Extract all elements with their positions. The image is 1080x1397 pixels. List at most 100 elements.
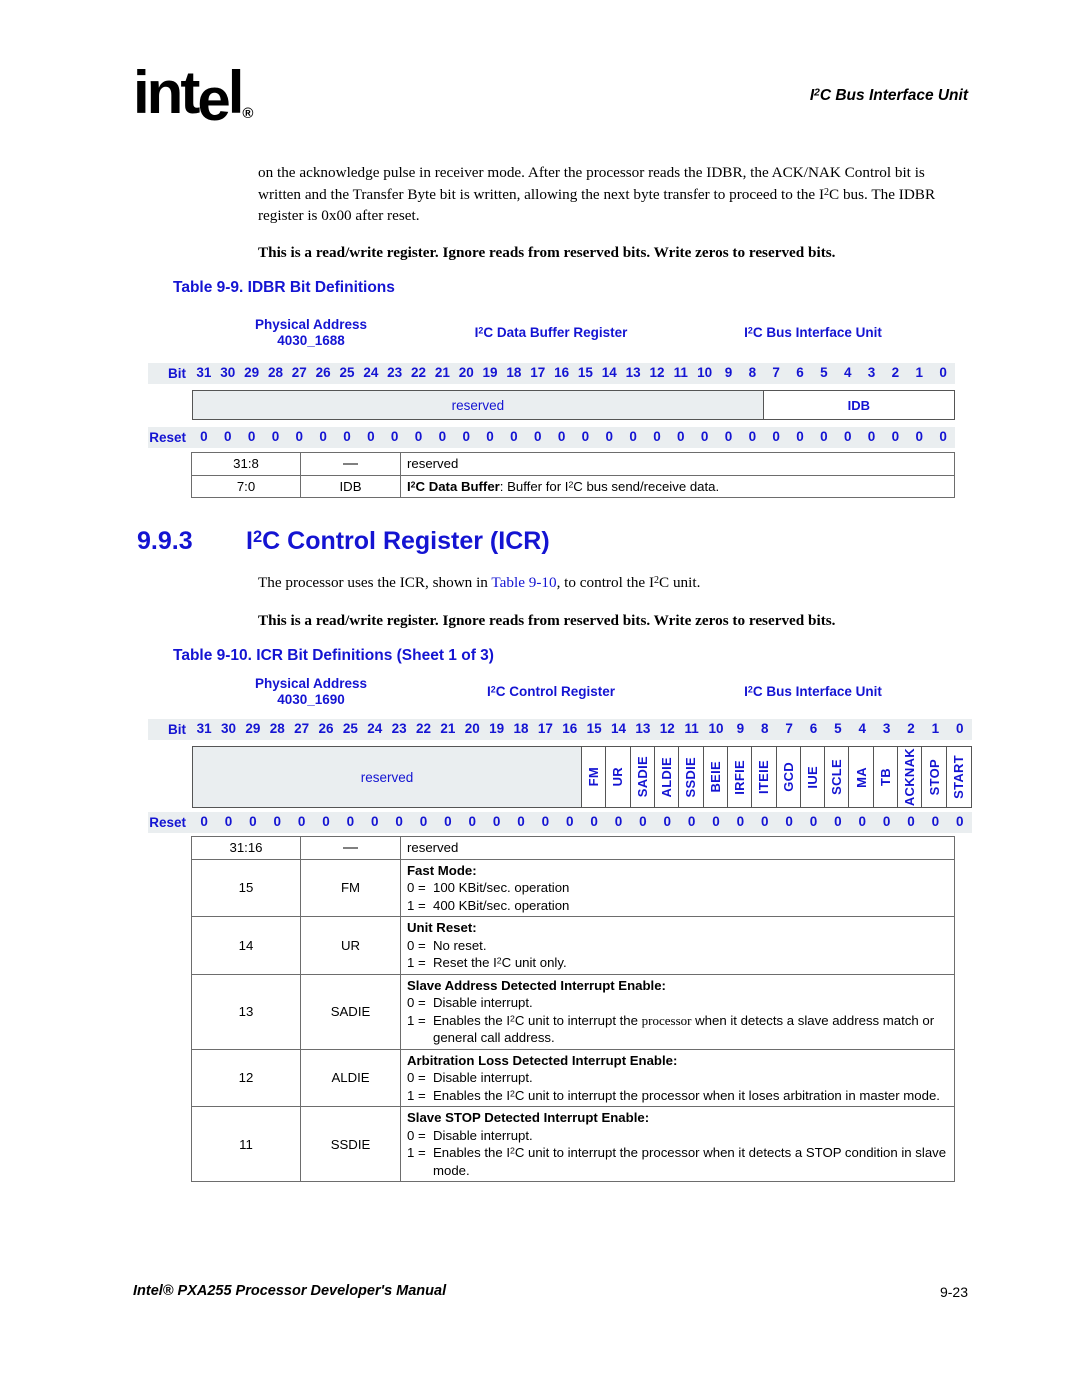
reset-value: 0 — [809, 814, 818, 829]
reset-value: 0 — [931, 814, 940, 829]
bit-number: 13 — [625, 365, 641, 380]
read-write-note-1: This is a read/write register. Ignore re… — [258, 244, 836, 261]
bit-row-label: Bit — [168, 366, 186, 381]
bit-number: 15 — [577, 365, 593, 380]
bit-number: 12 — [659, 721, 675, 736]
reset-value: 0 — [517, 814, 525, 829]
bit-number: 2 — [891, 365, 900, 380]
reset-value: 0 — [653, 429, 661, 444]
reset-value: 0 — [224, 429, 232, 444]
reset-value: 0 — [200, 429, 208, 444]
reset-value: 0 — [224, 814, 233, 829]
bit-number: 30 — [221, 721, 237, 736]
reset-value: 0 — [748, 429, 757, 444]
reset-value: 0 — [419, 814, 428, 829]
mnemonic-cell: SSDIE — [300, 1106, 401, 1182]
register-field-fm: FM — [582, 747, 607, 807]
bits-cell: 12 — [191, 1048, 301, 1107]
reset-value: 0 — [343, 429, 351, 444]
option-line: 0 = Disable interrupt. — [407, 1127, 949, 1145]
reset-row-label: Reset — [149, 430, 186, 445]
table-9-9-bit-numbers-row: Bit 31 30 29 28 27 26 25 24 23 22 21 20 … — [148, 363, 955, 384]
bit-number: 6 — [796, 365, 804, 380]
bit-number: 9 — [736, 721, 745, 736]
description-cell: Slave STOP Detected Interrupt Enable: 0 … — [400, 1106, 955, 1182]
reset-value: 0 — [346, 814, 355, 829]
bit-number: 17 — [530, 365, 546, 380]
reset-value: 0 — [247, 429, 256, 444]
option-value: 100 KBit/sec. operation — [433, 880, 570, 895]
reset-value: 0 — [581, 429, 590, 444]
reset-value: 0 — [444, 814, 452, 829]
bit-number: 17 — [537, 721, 553, 736]
paragraph-post: , to control the I2C unit. — [556, 574, 701, 591]
mnemonic-cell: SADIE — [300, 973, 401, 1050]
register-field-stop: STOP — [922, 747, 947, 807]
bit-number: 10 — [708, 721, 724, 736]
bit-number: 8 — [748, 365, 757, 380]
reset-value: 0 — [590, 814, 598, 829]
bit-number: 6 — [809, 721, 818, 736]
reset-value: 0 — [438, 429, 447, 444]
section-title: I2C Control Register (ICR) — [246, 527, 550, 555]
bit-number: 25 — [339, 365, 355, 380]
table-cross-reference[interactable]: Table 9-10 — [491, 574, 556, 591]
reset-value: 0 — [724, 429, 733, 444]
reset-value: 0 — [614, 814, 623, 829]
reset-value: 0 — [858, 814, 867, 829]
bit-number: 10 — [697, 365, 713, 380]
bit-number: 22 — [411, 365, 427, 380]
description-cell: Unit Reset: 0 = No reset. 1 = Reset the … — [400, 916, 955, 975]
reset-value: 0 — [249, 814, 257, 829]
bit-number: 28 — [267, 365, 283, 380]
bit-number: 24 — [363, 365, 379, 380]
intro-paragraph: on the acknowledge pulse in receiver mod… — [258, 164, 936, 224]
bits-cell: 15 — [191, 858, 301, 917]
bit-number: 29 — [245, 721, 261, 736]
reset-value: 0 — [663, 814, 672, 829]
table-9-10-bit-numbers-row: Bit 31 30 29 28 27 26 25 24 23 22 21 20 … — [148, 719, 972, 740]
table-9-9-descriptions: 31:8 — reserved 7:0 IDB I2C Data Buffer:… — [191, 452, 955, 498]
register-field-sadie: SADIE — [630, 747, 655, 807]
bit-number: 24 — [367, 721, 383, 736]
description-cell: Slave Address Detected Interrupt Enable:… — [400, 973, 955, 1050]
option-key: 0 = — [407, 937, 426, 953]
bits-cell: 31:8 — [191, 452, 301, 476]
table-9-10-physical-address: Physical Address 4030_1690 — [254, 676, 368, 707]
intel-logo-text: intel — [133, 59, 244, 133]
mnemonic-cell: UR — [300, 916, 401, 975]
reset-value: 0 — [712, 814, 720, 829]
register-field-reserved: reserved — [193, 747, 582, 807]
register-field-iteie: ITEIE — [752, 747, 777, 807]
table-row: 14 UR Unit Reset: 0 = No reset. 1 = Rese… — [191, 916, 955, 975]
reset-value: 0 — [462, 429, 470, 444]
table-9-9-register-name: I2C Data Buffer Register — [474, 325, 628, 340]
option-key: 1 = — [407, 955, 426, 970]
bit-number: 11 — [673, 365, 688, 380]
reset-value: 0 — [956, 814, 964, 829]
bit-number: 7 — [785, 721, 793, 736]
reset-value: 0 — [882, 814, 891, 829]
register-field-aldie: ALDIE — [654, 747, 680, 807]
register-field-ssdie: SSDIE — [679, 747, 704, 807]
reset-value: 0 — [785, 814, 793, 829]
bit-number: 2 — [907, 721, 915, 736]
description-title: Fast Mode: — [407, 862, 477, 878]
reset-value: 0 — [629, 429, 637, 444]
bits-cell: 13 — [191, 973, 301, 1050]
bit-number: 18 — [506, 365, 522, 380]
option-line: 0 = Disable interrupt. — [407, 994, 949, 1012]
option-key: 1 = — [407, 897, 426, 913]
option-key: 0 = — [407, 1070, 426, 1085]
table-row: 7:0 IDB I2C Data Buffer: Buffer for I2C … — [191, 474, 955, 498]
description-cell: reserved — [400, 452, 955, 476]
reset-value: 0 — [273, 814, 282, 829]
reset-value: 0 — [297, 814, 306, 829]
table-9-10-reset-row: Reset 0 0 0 0 0 0 0 0 0 0 0 0 0 0 0 0 0 … — [148, 812, 972, 833]
bit-number: 21 — [440, 721, 456, 736]
bit-number-cells: 31 30 29 28 27 26 25 24 23 22 21 20 19 1… — [192, 363, 955, 384]
register-field-ur: UR — [606, 747, 631, 807]
reset-value: 0 — [843, 429, 852, 444]
reset-value: 0 — [939, 429, 947, 444]
bit-number: 15 — [586, 721, 602, 736]
